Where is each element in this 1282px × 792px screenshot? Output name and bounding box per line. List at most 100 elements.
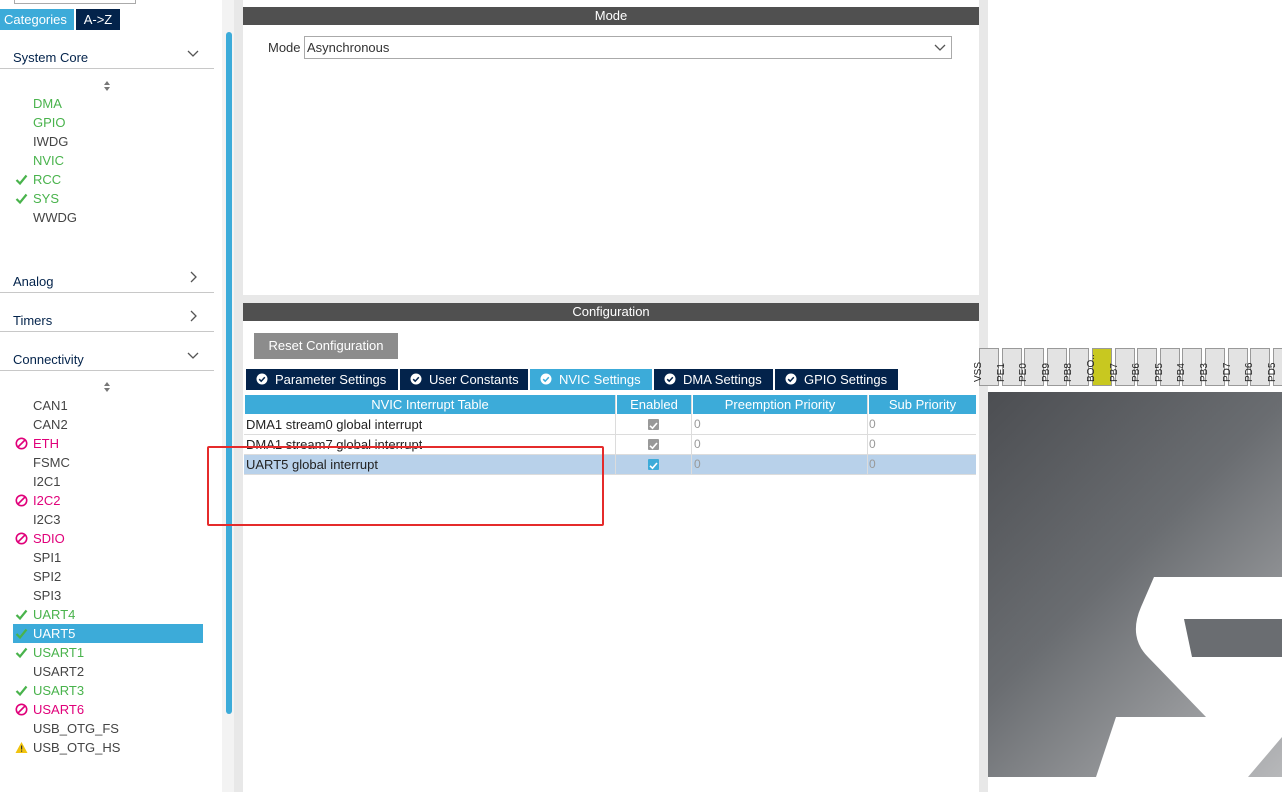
mode-label: Mode <box>268 40 301 55</box>
mode-select[interactable]: Asynchronous <box>304 36 952 59</box>
category-label: Connectivity <box>13 352 84 367</box>
mode-select-value: Asynchronous <box>307 40 390 55</box>
column-divider <box>867 395 868 475</box>
peripheral-item-usart1[interactable]: USART1 <box>13 643 203 662</box>
tab-label: DMA Settings <box>683 372 762 387</box>
sort-icon[interactable] <box>101 80 113 92</box>
peripheral-label: USART6 <box>33 702 85 717</box>
category-label: System Core <box>13 50 89 65</box>
peripheral-item-usb_otg_fs[interactable]: USB_OTG_FS <box>13 719 203 738</box>
tab-a-z[interactable]: A->Z <box>76 9 120 30</box>
peripheral-label: SPI1 <box>33 550 62 565</box>
category-system-core[interactable]: System Core <box>0 44 214 69</box>
enabled-checkbox[interactable] <box>648 459 659 470</box>
peripheral-label: UART4 <box>33 607 76 622</box>
chip-view: VSS PE1 PE0 PB9 PB8 BOO.. PB7 PB6 PB5 PB4 PB3 PD7 PD… <box>973 0 1282 792</box>
enabled-checkbox <box>648 439 659 450</box>
disabled-icon <box>15 703 28 716</box>
tab-gpio-settings[interactable]: GPIO Settings <box>775 369 898 390</box>
peripheral-label: SDIO <box>33 531 65 546</box>
tab-label: Parameter Settings <box>275 372 387 387</box>
check-circle-icon <box>256 373 268 385</box>
enabled-checkbox <box>648 419 659 430</box>
tab-label: NVIC Settings <box>559 372 641 387</box>
peripheral-label: SYS <box>33 191 60 206</box>
peripheral-item-dma[interactable]: DMA <box>13 94 203 113</box>
preemption-priority-value[interactable]: 0 <box>694 455 701 474</box>
category-analog[interactable]: Analog <box>0 268 214 293</box>
category-connectivity[interactable]: Connectivity <box>0 346 214 371</box>
chevron-down-icon <box>187 352 199 359</box>
peripheral-item-can2[interactable]: CAN2 <box>13 415 203 434</box>
column-header-preemption[interactable]: Preemption Priority <box>693 395 867 414</box>
peripheral-item-wwdg[interactable]: WWDG <box>13 208 203 227</box>
scrollbar-thumb[interactable] <box>226 32 232 714</box>
sub-priority-value[interactable]: 0 <box>869 415 876 434</box>
peripheral-item-gpio[interactable]: GPIO <box>13 113 203 132</box>
check-circle-icon <box>410 373 422 385</box>
chip-package <box>988 392 1282 777</box>
tab-categories[interactable]: Categories <box>0 9 74 30</box>
check-icon <box>15 684 28 697</box>
search-input[interactable] <box>14 0 136 4</box>
preemption-priority-value[interactable]: 0 <box>694 435 701 454</box>
configuration-header: Configuration <box>243 303 979 321</box>
preemption-priority-value[interactable]: 0 <box>694 415 701 434</box>
tab-label: GPIO Settings <box>804 372 888 387</box>
chevron-right-icon <box>190 310 197 322</box>
sort-icon[interactable] <box>101 381 113 393</box>
peripheral-item-sys[interactable]: SYS <box>13 189 203 208</box>
peripheral-label: ETH <box>33 436 59 451</box>
interrupt-name: DMA1 stream0 global interrupt <box>246 417 423 432</box>
chevron-down-icon <box>934 44 946 51</box>
peripheral-item-nvic[interactable]: NVIC <box>13 151 203 170</box>
peripheral-item-usart3[interactable]: USART3 <box>13 681 203 700</box>
pin-pd5[interactable]: PD5 <box>1267 348 1282 386</box>
pin-strip: VSS PE1 PE0 PB9 PB8 BOO.. PB7 PB6 PB5 PB4 PB3 PD7 PD… <box>973 348 1282 386</box>
peripheral-item-usart2[interactable]: USART2 <box>13 662 203 681</box>
peripheral-item-i2c3[interactable]: I2C3 <box>13 510 203 529</box>
config-panel: Mode Mode Asynchronous Configuration Res… <box>234 0 988 792</box>
column-header-enabled[interactable]: Enabled <box>617 395 691 414</box>
peripheral-label: NVIC <box>33 153 65 168</box>
column-header-interrupt[interactable]: NVIC Interrupt Table <box>245 395 615 414</box>
category-timers[interactable]: Timers <box>0 307 214 332</box>
tab-label: User Constants <box>429 372 519 387</box>
tab-user-constants[interactable]: User Constants <box>400 369 528 390</box>
peripheral-label: GPIO <box>33 115 66 130</box>
peripheral-label: SPI3 <box>33 588 62 603</box>
disabled-icon <box>15 494 28 507</box>
tab-dma-settings[interactable]: DMA Settings <box>654 369 773 390</box>
sub-priority-value[interactable]: 0 <box>869 455 876 474</box>
peripheral-item-can1[interactable]: CAN1 <box>13 396 203 415</box>
peripheral-item-spi3[interactable]: SPI3 <box>13 586 203 605</box>
check-icon <box>15 173 28 186</box>
peripheral-item-i2c1[interactable]: I2C1 <box>13 472 203 491</box>
tab-nvic-settings[interactable]: NVIC Settings <box>530 369 652 390</box>
check-icon <box>649 462 658 470</box>
peripheral-label: FSMC <box>33 455 70 470</box>
peripheral-item-fsmc[interactable]: FSMC <box>13 453 203 472</box>
peripheral-item-spi1[interactable]: SPI1 <box>13 548 203 567</box>
peripheral-label: USART1 <box>33 645 85 660</box>
peripheral-item-spi2[interactable]: SPI2 <box>13 567 203 586</box>
peripheral-label: USB_OTG_HS <box>33 740 121 755</box>
peripheral-item-rcc[interactable]: RCC <box>13 170 203 189</box>
peripheral-item-sdio[interactable]: SDIO <box>13 529 203 548</box>
column-header-sub-priority[interactable]: Sub Priority <box>869 395 976 414</box>
peripheral-item-eth[interactable]: ETH <box>13 434 203 453</box>
peripheral-item-iwdg[interactable]: IWDG <box>13 132 203 151</box>
peripheral-label: USART3 <box>33 683 85 698</box>
peripheral-label: I2C1 <box>33 474 61 489</box>
peripheral-label: CAN1 <box>33 398 68 413</box>
peripheral-item-usart6[interactable]: USART6 <box>13 700 203 719</box>
peripheral-item-i2c2[interactable]: I2C2 <box>13 491 203 510</box>
reset-configuration-button[interactable]: Reset Configuration <box>254 333 398 359</box>
peripheral-item-usb_otg_hs[interactable]: USB_OTG_HS <box>13 738 203 757</box>
sub-priority-value[interactable]: 0 <box>869 435 876 454</box>
peripheral-item-uart5[interactable]: UART5 <box>13 624 203 643</box>
chevron-down-icon <box>187 50 199 57</box>
peripheral-item-uart4[interactable]: UART4 <box>13 605 203 624</box>
peripheral-label: I2C3 <box>33 512 61 527</box>
tab-parameter-settings[interactable]: Parameter Settings <box>246 369 398 390</box>
